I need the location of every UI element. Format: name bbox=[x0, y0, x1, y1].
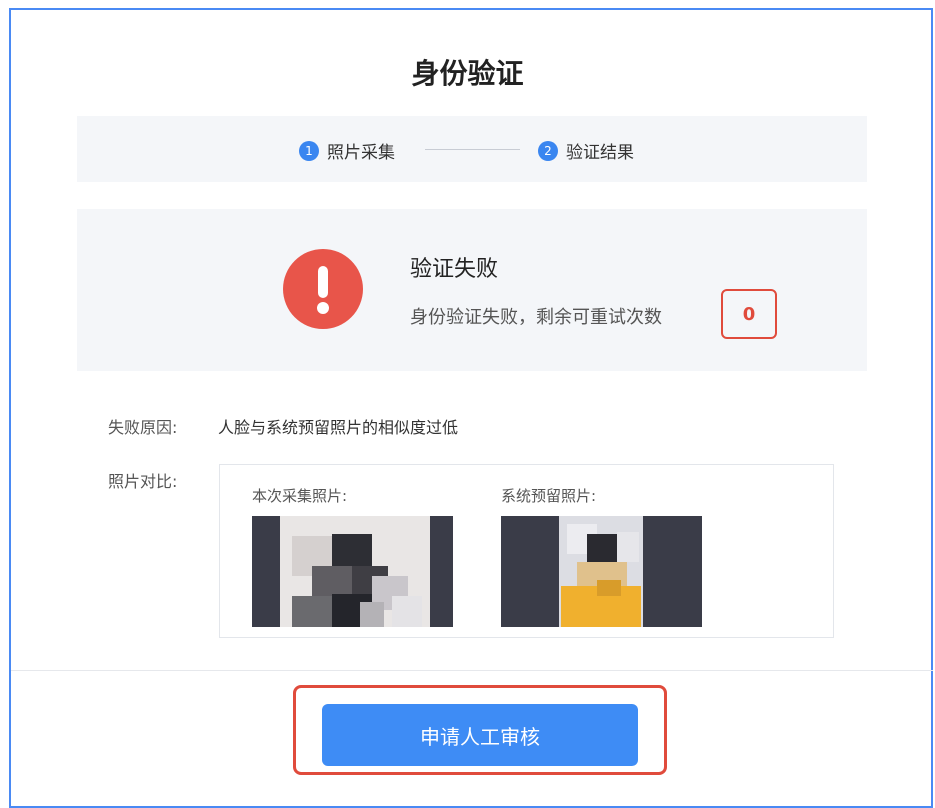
step-indicator: 1 照片采集 2 验证结果 bbox=[77, 116, 867, 182]
current-photo bbox=[252, 516, 453, 627]
step-verify-result: 2 验证结果 bbox=[538, 138, 634, 163]
reserved-photo-caption: 系统预留照片: bbox=[501, 487, 597, 505]
request-manual-review-button[interactable]: 申请人工审核 bbox=[322, 704, 638, 766]
step-label-1: 照片采集 bbox=[327, 143, 395, 163]
failure-reason-value: 人脸与系统预留照片的相似度过低 bbox=[218, 418, 459, 437]
reserved-photo bbox=[501, 516, 702, 627]
result-panel: 验证失败 身份验证失败，剩余可重试次数 0 bbox=[77, 209, 867, 371]
step-connector bbox=[425, 149, 520, 150]
error-exclamation-icon bbox=[283, 249, 363, 329]
photo-compare-label: 照片对比: bbox=[108, 472, 178, 491]
failure-reason-label: 失败原因: bbox=[108, 418, 178, 437]
page-title: 身份验证 bbox=[411, 57, 524, 90]
step-photo-capture: 1 照片采集 bbox=[299, 138, 395, 163]
photo-compare-box: 本次采集照片: 系统预留照片: bbox=[219, 464, 834, 638]
result-title: 验证失败 bbox=[410, 257, 499, 282]
step-number-1: 1 bbox=[299, 140, 319, 161]
step-number-2: 2 bbox=[538, 140, 558, 161]
step-label-2: 验证结果 bbox=[566, 143, 634, 163]
result-description: 身份验证失败，剩余可重试次数 bbox=[410, 307, 662, 328]
retry-count: 0 bbox=[721, 289, 777, 339]
current-photo-caption: 本次采集照片: bbox=[252, 487, 348, 505]
footer-divider bbox=[11, 670, 933, 671]
